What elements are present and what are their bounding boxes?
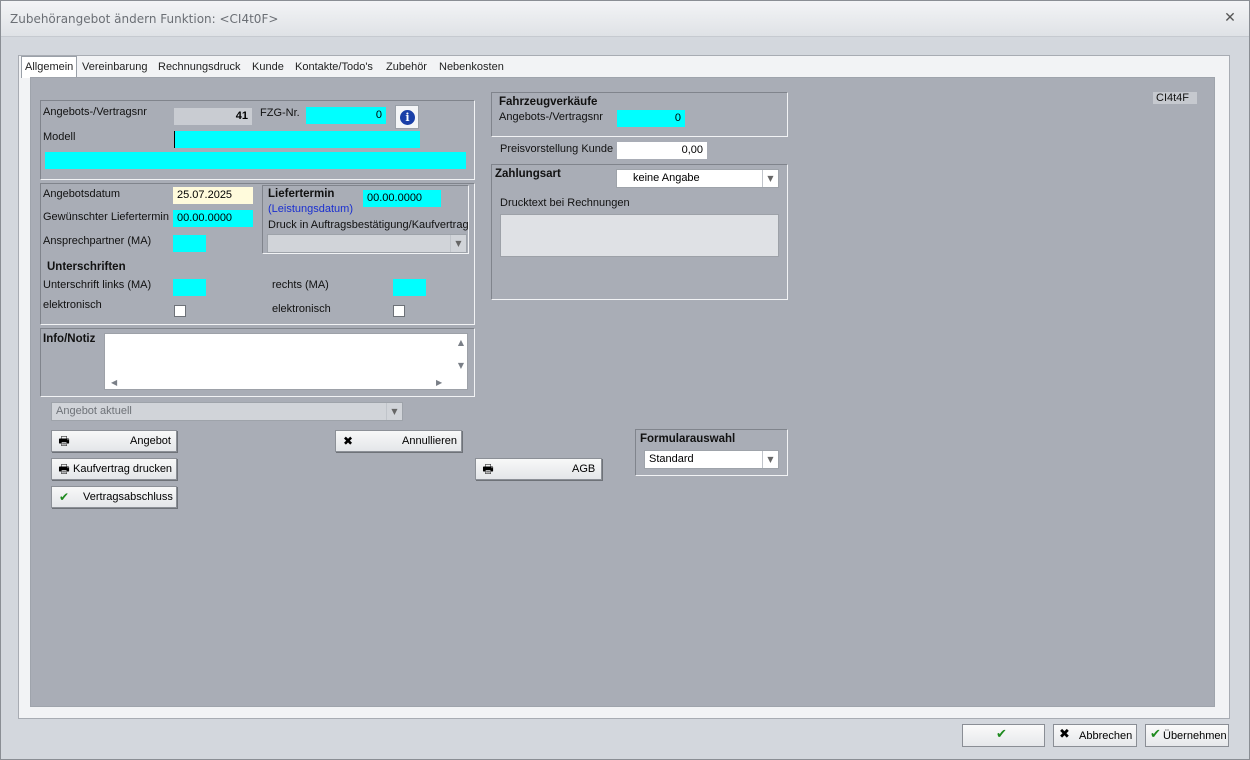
agb-button[interactable]: 🖶 AGB [475, 458, 602, 480]
ansprechpartner-label: Ansprechpartner (MA) [43, 235, 152, 247]
tab-allgemein[interactable]: Allgemein [21, 56, 78, 78]
info-notiz-textarea[interactable]: ▲ ▼ ◀ ▶ [104, 333, 468, 390]
record-code: CI4t4F [1153, 92, 1198, 104]
annullieren-button[interactable]: ✖ Annullieren [335, 430, 462, 452]
modell-field[interactable] [174, 131, 420, 148]
zahlungsart-combo[interactable]: keine Angabe ▼ [616, 169, 779, 188]
info-button[interactable]: i [395, 105, 419, 129]
tab-nebenkosten[interactable]: Nebenkosten [436, 57, 507, 78]
modell-description-field[interactable] [45, 152, 466, 169]
status-combo[interactable]: Angebot aktuell ▼ [51, 402, 403, 421]
abbrechen-button[interactable]: ✖ Abbrechen [1053, 724, 1137, 747]
sales-angebots-field[interactable]: 0 [617, 110, 685, 127]
ok-check-icon: ✔ [996, 727, 1007, 742]
tab-vereinbarung[interactable]: Vereinbarung [79, 57, 150, 78]
window-title: Zubehörangebot ändern Funktion: <CI4t0F> [10, 12, 279, 26]
angebotsdatum-field[interactable]: 25.07.2025 [173, 187, 253, 204]
close-icon[interactable]: ✕ [1221, 9, 1239, 27]
uebernehmen-button[interactable]: ✔ Übernehmen [1145, 724, 1229, 747]
drucktext-textarea[interactable] [500, 214, 779, 257]
chevron-down-icon: ▼ [386, 403, 402, 420]
ansprechpartner-field[interactable] [173, 235, 206, 252]
formular-combo[interactable]: Standard ▼ [644, 450, 779, 469]
check-icon: ✔ [1150, 727, 1161, 742]
drucktext-label: Drucktext bei Rechnungen [500, 197, 630, 209]
chevron-down-icon: ▼ [762, 451, 778, 468]
ok-button[interactable]: ✔ OK [962, 724, 1045, 747]
cancel-x-icon: ✖ [1059, 727, 1070, 742]
title-bar: Zubehörangebot ändern Funktion: <CI4t0F>… [1, 1, 1249, 37]
leistungsdatum-label: (Leistungsdatum) [268, 203, 353, 215]
chevron-down-icon: ▼ [762, 170, 778, 187]
liefertermin-field[interactable]: 00.00.0000 [363, 190, 441, 207]
liefertermin-label: Liefertermin [268, 188, 335, 200]
tab-rechnungsdruck[interactable]: Rechnungsdruck [155, 57, 244, 78]
preisvorstellung-field[interactable]: 0,00 [617, 142, 707, 159]
chevron-down-icon: ▼ [450, 235, 466, 252]
druck-label: Druck in Auftragsbestätigung/Kaufvertrag [268, 219, 469, 231]
elektronisch-links-checkbox[interactable] [174, 305, 186, 317]
formularauswahl-label: Formularauswahl [640, 433, 736, 445]
printer-icon: 🖶 [58, 462, 70, 476]
main-panel: Angebots-/Vertragsnr 41 FZG-Nr. 0 i Mode… [30, 77, 1215, 707]
scroll-up-icon[interactable]: ▲ [458, 338, 464, 347]
fzg-label: FZG-Nr. [260, 107, 300, 119]
tab-kontakte[interactable]: Kontakte/Todo's [292, 57, 376, 78]
unterschrift-rechts-label: rechts (MA) [272, 279, 329, 291]
printer-icon: 🖶 [482, 462, 494, 476]
fzg-nr-field[interactable]: 0 [306, 107, 386, 124]
zahlungsart-label: Zahlungsart [495, 168, 561, 180]
dialog-window: Zubehörangebot ändern Funktion: <CI4t0F>… [0, 0, 1250, 760]
fahrzeugverkaeufe-title: Fahrzeugverkäufe [499, 96, 598, 108]
druck-combo[interactable]: ▼ [267, 234, 467, 253]
scroll-down-icon[interactable]: ▼ [458, 361, 464, 370]
unterschrift-links-field[interactable] [173, 279, 206, 296]
modell-label: Modell [43, 131, 76, 143]
unterschrift-rechts-field[interactable] [393, 279, 426, 296]
scroll-left-icon[interactable]: ◀ [111, 378, 117, 387]
wunsch-liefertermin-field[interactable]: 00.00.0000 [173, 210, 253, 227]
info-icon: i [400, 110, 415, 125]
elektronisch-rechts-checkbox[interactable] [393, 305, 405, 317]
tab-strip: Allgemein Vereinbarung Rechnungsdruck Ku… [21, 56, 1229, 78]
ok-check-icon: ✔ [58, 490, 70, 504]
cancel-x-icon: ✖ [342, 434, 354, 448]
elektronisch-rechts-label: elektronisch [272, 303, 331, 315]
sales-angebots-label: Angebots-/Vertragsnr [499, 111, 603, 123]
angebotsdatum-label: Angebotsdatum [43, 188, 121, 200]
tab-zubehoer[interactable]: Zubehör [383, 57, 430, 78]
wunsch-liefertermin-label: Gewünschter Liefertermin [43, 211, 169, 223]
vertragsabschluss-button[interactable]: ✔ Vertragsabschluss [51, 486, 177, 508]
scroll-right-icon[interactable]: ▶ [436, 378, 442, 387]
kaufvertrag-button[interactable]: 🖶 Kaufvertrag drucken [51, 458, 177, 480]
printer-icon: 🖶 [58, 434, 70, 448]
info-notiz-label: Info/Notiz [43, 333, 96, 345]
angebots-nr-field: 41 [174, 108, 252, 125]
angebots-label: Angebots-/Vertragsnr [43, 106, 147, 118]
elektronisch-links-label: elektronisch [43, 299, 102, 311]
tab-kunde[interactable]: Kunde [249, 57, 287, 78]
unterschrift-links-label: Unterschrift links (MA) [43, 279, 152, 291]
preisvorstellung-label: Preisvorstellung Kunde [500, 143, 614, 155]
angebot-button[interactable]: 🖶 Angebot [51, 430, 177, 452]
unterschriften-title: Unterschriften [47, 261, 126, 273]
